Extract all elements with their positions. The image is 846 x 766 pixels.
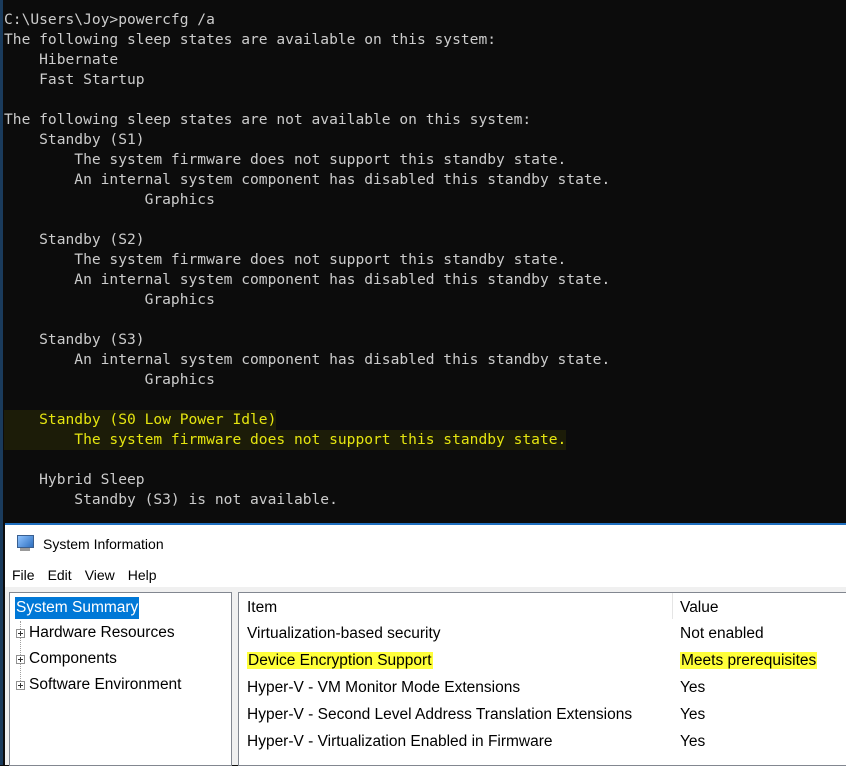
console-line-text: An internal system component has disable… bbox=[4, 351, 611, 368]
console-line: Graphics bbox=[0, 290, 846, 310]
table-row[interactable]: Hyper-V - Second Level Address Translati… bbox=[239, 702, 846, 729]
console-line-text: An internal system component has disable… bbox=[4, 271, 611, 288]
row-value-text: Yes bbox=[680, 706, 706, 723]
console-line: The system firmware does not support thi… bbox=[0, 250, 846, 270]
menu-edit[interactable]: Edit bbox=[48, 567, 72, 583]
tree-item-software-environment[interactable]: Software Environment bbox=[16, 673, 182, 697]
row-item: Hyper-V - VM Monitor Mode Extensions bbox=[247, 679, 520, 697]
tree-item-hardware-resources[interactable]: Hardware Resources bbox=[16, 621, 175, 645]
row-item: Hyper-V - Virtualization Enabled in Firm… bbox=[247, 733, 553, 751]
expand-plus-icon[interactable] bbox=[16, 654, 25, 664]
console-line: Standby (S1) bbox=[0, 130, 846, 150]
row-item-text: Hyper-V - Second Level Address Translati… bbox=[247, 706, 633, 723]
list-header: Item Value bbox=[239, 593, 846, 621]
row-value-text: Meets prerequisites bbox=[680, 652, 818, 669]
console-line-text: Graphics bbox=[4, 291, 215, 308]
row-item: Device Encryption Support bbox=[247, 652, 433, 670]
console-line-text: Graphics bbox=[4, 371, 215, 388]
tree-item-label: Hardware Resources bbox=[29, 624, 175, 641]
console-line: An internal system component has disable… bbox=[0, 170, 846, 190]
console-line-text: Standby (S1) bbox=[4, 131, 145, 148]
details-list: Item Value Virtualization-based security… bbox=[238, 592, 846, 766]
console-line-text: The system firmware does not support thi… bbox=[4, 430, 567, 450]
row-value: Yes bbox=[680, 706, 705, 724]
console-line: Standby (S0 Low Power Idle) bbox=[0, 410, 846, 430]
row-value: Meets prerequisites bbox=[680, 652, 818, 670]
console-line-text: Standby (S0 Low Power Idle) bbox=[4, 410, 277, 430]
console-line-text: The following sleep states are not avail… bbox=[4, 111, 532, 128]
console-line: Graphics bbox=[0, 190, 846, 210]
tree-item-components[interactable]: Components bbox=[16, 647, 117, 671]
expand-plus-icon[interactable] bbox=[16, 680, 25, 690]
menu-view[interactable]: View bbox=[85, 567, 115, 583]
column-divider[interactable] bbox=[672, 593, 673, 619]
row-item-text: Hyper-V - Virtualization Enabled in Firm… bbox=[247, 733, 553, 750]
system-information-icon bbox=[15, 535, 35, 553]
console-line-text: Standby (S2) bbox=[4, 231, 145, 248]
console-line: The system firmware does not support thi… bbox=[0, 150, 846, 170]
console-line: C:\Users\Joy>powercfg /a bbox=[0, 10, 846, 30]
console-line: An internal system component has disable… bbox=[0, 270, 846, 290]
row-item-text: Hyper-V - VM Monitor Mode Extensions bbox=[247, 679, 521, 696]
row-value: Not enabled bbox=[680, 625, 764, 643]
console-line-text: The following sleep states are available… bbox=[4, 31, 497, 48]
console-line-text: An internal system component has disable… bbox=[4, 171, 611, 188]
console-line: Graphics bbox=[0, 370, 846, 390]
row-value-text: Yes bbox=[680, 679, 706, 696]
column-header-value[interactable]: Value bbox=[680, 599, 719, 617]
console-line: Hibernate bbox=[0, 50, 846, 70]
console-line-text: Hybrid Sleep bbox=[4, 471, 145, 488]
console-line: Fast Startup bbox=[0, 70, 846, 90]
console-line: The system firmware does not support thi… bbox=[0, 430, 846, 450]
menu-file[interactable]: File bbox=[12, 567, 35, 583]
console-line-text: Hibernate bbox=[4, 51, 119, 68]
table-row[interactable]: Virtualization-based security Not enabled bbox=[239, 621, 846, 648]
console-line-text: Standby (S3) bbox=[4, 331, 145, 348]
console-line: An internal system component has disable… bbox=[0, 350, 846, 370]
row-value-text: Not enabled bbox=[680, 625, 764, 642]
category-tree: System Summary Hardware Resources Compon… bbox=[9, 592, 232, 766]
command-prompt-console[interactable]: C:\Users\Joy>powercfg /a The following sl… bbox=[0, 0, 846, 522]
console-line: Standby (S2) bbox=[0, 230, 846, 250]
row-value: Yes bbox=[680, 733, 705, 751]
console-line: Standby (S3) is not available. bbox=[0, 490, 846, 510]
menu-bar: File Edit View Help bbox=[5, 563, 846, 587]
console-line-text: Fast Startup bbox=[4, 71, 145, 88]
table-row[interactable]: Hyper-V - Virtualization Enabled in Firm… bbox=[239, 729, 846, 756]
row-item: Virtualization-based security bbox=[247, 625, 441, 643]
menu-help[interactable]: Help bbox=[128, 567, 157, 583]
console-line-text: Graphics bbox=[4, 191, 215, 208]
window-title: System Information bbox=[43, 536, 164, 552]
row-item-text: Virtualization-based security bbox=[247, 625, 441, 642]
row-value: Yes bbox=[680, 679, 705, 697]
console-line: Standby (S3) bbox=[0, 330, 846, 350]
window-edge bbox=[0, 0, 3, 765]
content-panes: System Summary Hardware Resources Compon… bbox=[5, 587, 846, 766]
table-row[interactable]: Device Encryption Support Meets prerequis… bbox=[239, 648, 846, 675]
console-line-text: C:\Users\Joy>powercfg /a bbox=[4, 11, 215, 28]
console-line: The following sleep states are available… bbox=[0, 30, 846, 50]
row-value-text: Yes bbox=[680, 733, 706, 750]
system-information-window: System Information File Edit View Help S… bbox=[5, 523, 846, 766]
row-item: Hyper-V - Second Level Address Translati… bbox=[247, 706, 632, 724]
tree-item-system-summary[interactable]: System Summary bbox=[15, 597, 140, 619]
console-line: Hybrid Sleep bbox=[0, 470, 846, 490]
console-line: The following sleep states are not avail… bbox=[0, 110, 846, 130]
column-header-item[interactable]: Item bbox=[247, 599, 277, 617]
row-item-text: Device Encryption Support bbox=[247, 652, 433, 669]
expand-plus-icon[interactable] bbox=[16, 628, 25, 638]
table-row[interactable]: Hyper-V - VM Monitor Mode Extensions Yes bbox=[239, 675, 846, 702]
console-line-text: The system firmware does not support thi… bbox=[4, 251, 567, 268]
console-line-text: Standby (S3) is not available. bbox=[4, 491, 338, 508]
title-bar: System Information bbox=[5, 525, 846, 563]
tree-item-label: Components bbox=[29, 650, 117, 667]
console-line-text: The system firmware does not support thi… bbox=[4, 151, 567, 168]
tree-item-label: Software Environment bbox=[29, 676, 182, 693]
